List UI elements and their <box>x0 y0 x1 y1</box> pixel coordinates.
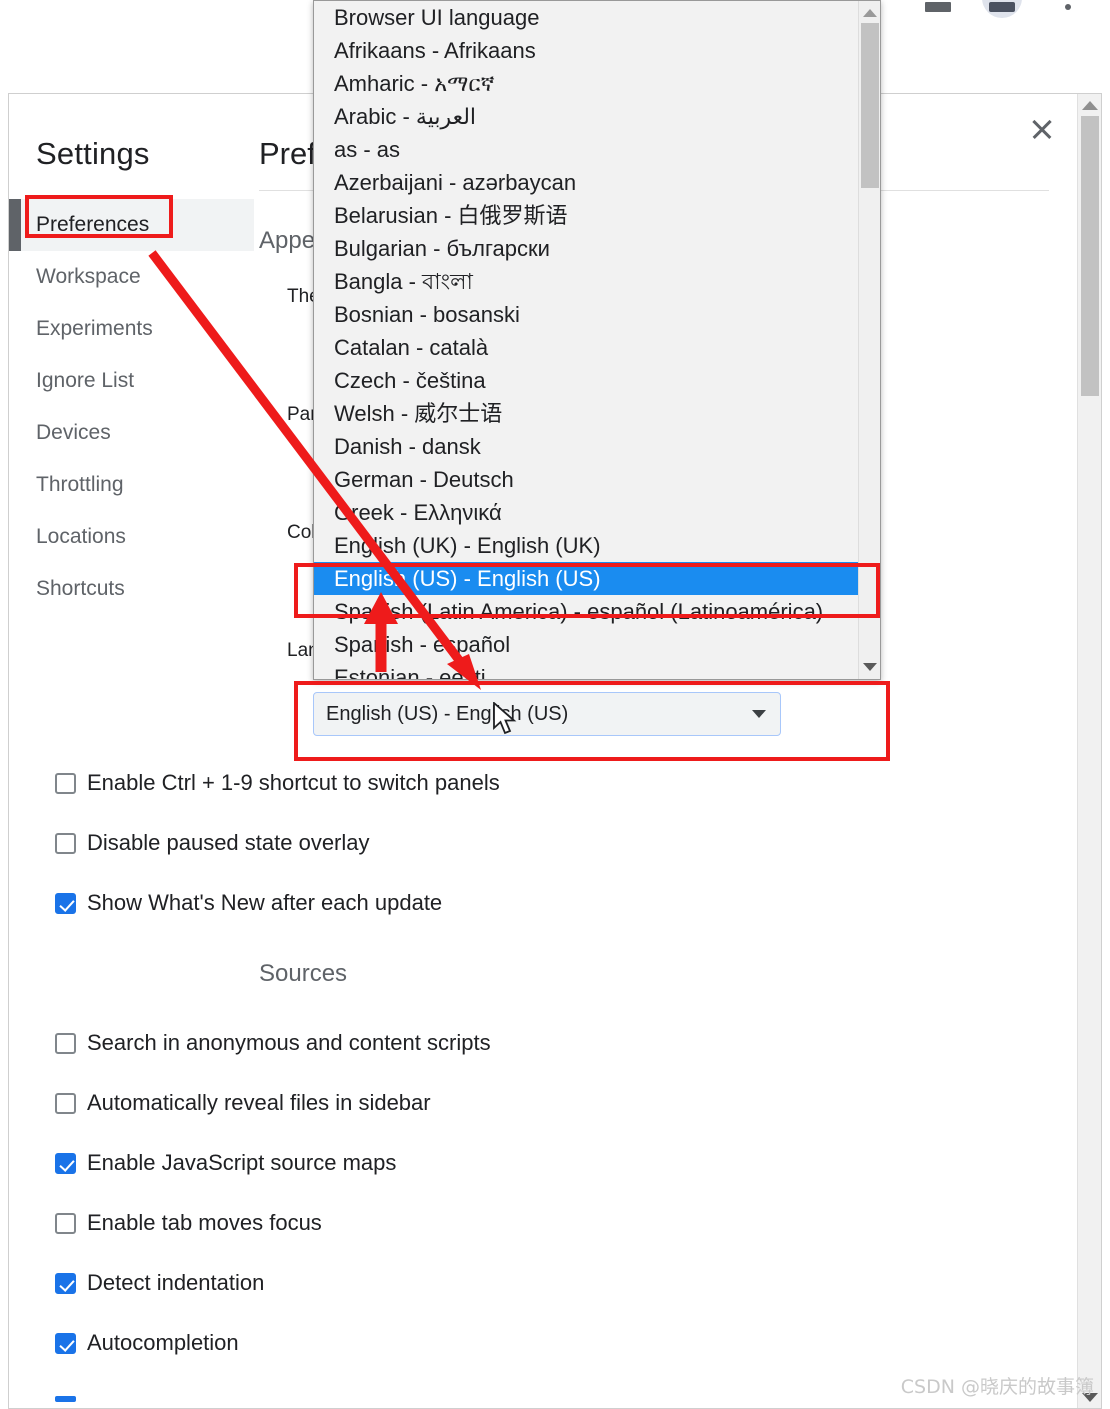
dropdown-option[interactable]: Greek - Ελληνικά <box>314 496 858 529</box>
checkbox-row-enable-ctrl-shortcut[interactable]: Enable Ctrl + 1-9 shortcut to switch pan… <box>55 770 500 796</box>
checkbox-autocompletion[interactable] <box>55 1332 76 1354</box>
sidebar-item-experiments[interactable]: Experiments <box>9 303 254 355</box>
sidebar-item-workspace[interactable]: Workspace <box>9 251 254 303</box>
checkbox-search-anonymous-scripts[interactable] <box>55 1032 76 1054</box>
checkbox-row-disable-paused-overlay[interactable]: Disable paused state overlay <box>55 830 370 856</box>
language-select-value: English (US) - English (US) <box>326 702 569 725</box>
checkbox-detect-indentation[interactable] <box>55 1272 76 1294</box>
scroll-up-arrow-icon[interactable] <box>1081 101 1098 110</box>
dropdown-options: Browser UI language Afrikaans - Afrikaan… <box>314 1 858 679</box>
settings-nav-list: Preferences Workspace Experiments Ignore… <box>9 199 254 615</box>
dropdown-option[interactable]: Browser UI language <box>314 1 858 34</box>
profile-avatar-icon[interactable] <box>982 0 1022 18</box>
checkbox-row-show-whats-new[interactable]: Show What's New after each update <box>55 890 442 916</box>
dropdown-option[interactable]: Catalan - català <box>314 331 858 364</box>
checkbox-label: Enable tab moves focus <box>87 1210 322 1235</box>
checkbox-row-search-anonymous-scripts[interactable]: Search in anonymous and content scripts <box>55 1030 491 1056</box>
sidebar-item-preferences[interactable]: Preferences <box>9 199 254 251</box>
checkbox-enable-tab-moves-focus[interactable] <box>55 1212 76 1234</box>
dropdown-option[interactable]: Welsh - 威尔士语 <box>314 397 858 430</box>
chevron-down-icon[interactable] <box>752 710 766 718</box>
scrollbar-thumb[interactable] <box>1081 116 1099 396</box>
checkbox-partially-visible[interactable] <box>55 1396 76 1402</box>
page-title: Settings <box>36 136 150 171</box>
dropdown-option[interactable]: Bosnian - bosanski <box>314 298 858 331</box>
dropdown-option[interactable]: English (UK) - English (UK) <box>314 529 858 562</box>
page-scrollbar[interactable] <box>1077 94 1101 1408</box>
dropdown-option[interactable]: Afrikaans - Afrikaans <box>314 34 858 67</box>
checkbox-row-enable-tab-moves-focus[interactable]: Enable tab moves focus <box>55 1210 322 1236</box>
sidebar-item-devices[interactable]: Devices <box>9 407 254 459</box>
dropdown-option[interactable]: Czech - čeština <box>314 364 858 397</box>
language-select[interactable]: English (US) - English (US) <box>313 692 781 736</box>
dropdown-option[interactable]: Arabic - العربية <box>314 100 858 133</box>
watermark: CSDN @晓庆的故事簿 <box>900 1376 1094 1398</box>
checkbox-disable-paused-overlay[interactable] <box>55 832 76 854</box>
mouse-cursor-icon <box>493 702 517 735</box>
checkbox-label: Disable paused state overlay <box>87 830 370 855</box>
checkbox-enable-js-source-maps[interactable] <box>55 1152 76 1174</box>
dropdown-option[interactable]: Spanish - español <box>314 628 858 661</box>
dropdown-option[interactable]: as - as <box>314 133 858 166</box>
dropdown-option[interactable]: Spanish (Latin America) - español (Latin… <box>314 595 858 628</box>
sidebar-item-shortcuts[interactable]: Shortcuts <box>9 563 254 615</box>
dropdown-scrollbar[interactable] <box>858 1 880 679</box>
scroll-up-arrow-icon[interactable] <box>862 9 877 17</box>
scroll-down-arrow-icon[interactable] <box>862 663 877 671</box>
checkbox-row-auto-reveal-files[interactable]: Automatically reveal files in sidebar <box>55 1090 431 1116</box>
dropdown-option[interactable]: Azerbaijani - azərbaycan <box>314 166 858 199</box>
checkbox-label: Enable JavaScript source maps <box>87 1150 397 1175</box>
sidebar-item-label: Throttling <box>36 473 124 496</box>
language-dropdown-list[interactable]: Browser UI language Afrikaans - Afrikaan… <box>313 0 881 680</box>
checkbox-label: Show What's New after each update <box>87 890 443 915</box>
dropdown-option[interactable]: Danish - dansk <box>314 430 858 463</box>
sidebar-item-throttling[interactable]: Throttling <box>9 459 254 511</box>
dropdown-option[interactable]: Amharic - አማርኛ <box>314 67 858 100</box>
section-title-sources: Sources <box>259 960 348 987</box>
dropdown-option[interactable]: Belarusian - 白俄罗斯语 <box>314 199 858 232</box>
sidebar-item-label: Shortcuts <box>36 577 125 600</box>
checkbox-label: Search in anonymous and content scripts <box>87 1030 491 1055</box>
sidebar-item-label: Workspace <box>36 265 141 288</box>
dropdown-option[interactable]: Estonian - eesti <box>314 661 858 679</box>
checkbox-label: Enable Ctrl + 1-9 shortcut to switch pan… <box>87 770 500 795</box>
sidebar-item-label: Preferences <box>36 213 150 236</box>
dropdown-option-selected[interactable]: English (US) - English (US) <box>314 562 858 595</box>
checkbox-auto-reveal-files[interactable] <box>55 1092 76 1114</box>
checkbox-enable-ctrl-shortcut[interactable] <box>55 772 76 794</box>
extensions-icon[interactable] <box>925 2 951 12</box>
checkbox-show-whats-new[interactable] <box>55 892 76 914</box>
more-menu-icon[interactable] <box>1065 4 1071 10</box>
checkbox-row-enable-js-source-maps[interactable]: Enable JavaScript source maps <box>55 1150 396 1176</box>
checkbox-label: Autocompletion <box>87 1330 239 1355</box>
sidebar-item-label: Ignore List <box>36 369 135 392</box>
screenshot-root: Settings Preferences Workspace Experimen… <box>0 0 1110 1409</box>
dropdown-option[interactable]: Bangla - বাংলা <box>314 265 858 298</box>
sidebar-item-label: Locations <box>36 525 126 548</box>
dropdown-option[interactable]: Bulgarian - български <box>314 232 858 265</box>
dropdown-option[interactable]: German - Deutsch <box>314 463 858 496</box>
sidebar-item-locations[interactable]: Locations <box>9 511 254 563</box>
checkbox-row-detect-indentation[interactable]: Detect indentation <box>55 1270 264 1296</box>
sidebar-item-label: Experiments <box>36 317 153 340</box>
sidebar-item-label: Devices <box>36 421 111 444</box>
checkbox-label: Automatically reveal files in sidebar <box>87 1090 431 1115</box>
checkbox-row-autocompletion[interactable]: Autocompletion <box>55 1330 239 1356</box>
sidebar-item-ignore-list[interactable]: Ignore List <box>9 355 254 407</box>
checkbox-label: Detect indentation <box>87 1270 265 1295</box>
scrollbar-thumb[interactable] <box>861 23 879 188</box>
